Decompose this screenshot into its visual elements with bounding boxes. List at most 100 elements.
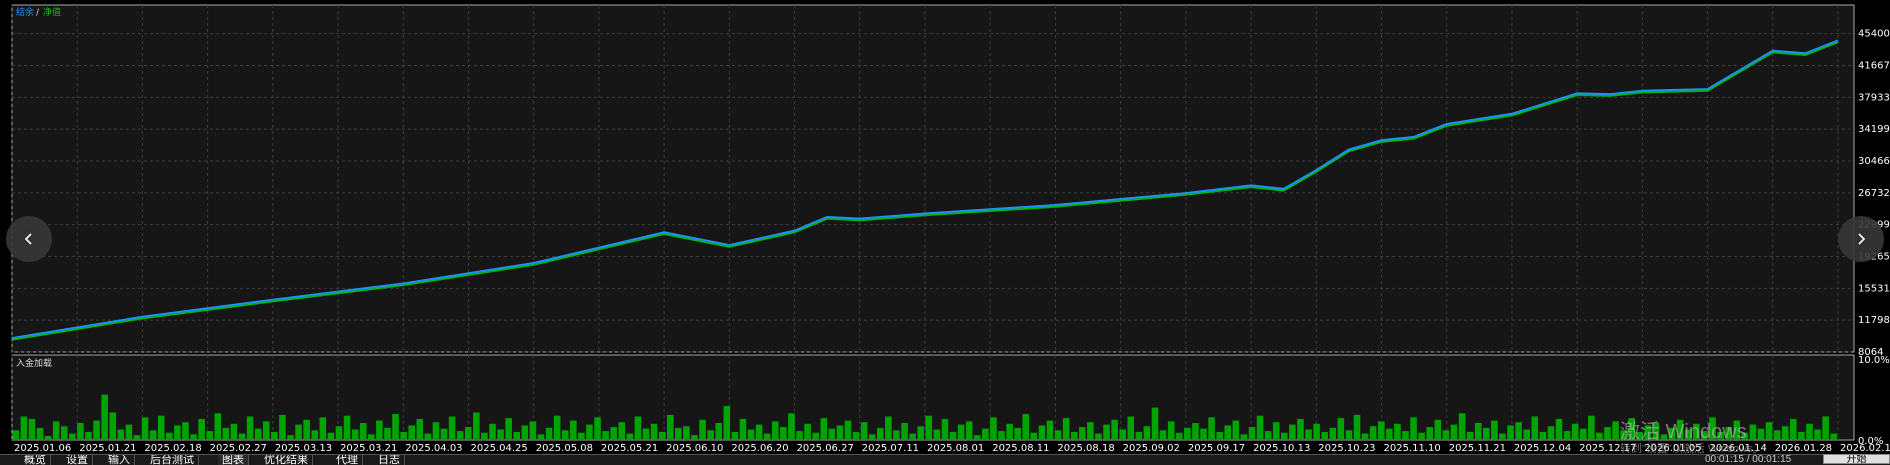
- deposit-bar: [602, 431, 609, 440]
- deposit-bar: [1426, 427, 1434, 440]
- deposit-bar: [311, 430, 319, 440]
- deposit-bar: [1143, 426, 1151, 440]
- x-tick-label: 2025.08.11: [992, 443, 1049, 454]
- tab-inputs[interactable]: 输入: [104, 455, 135, 465]
- next-chart-button[interactable]: [1838, 216, 1884, 262]
- y-tick-label: 11798: [1858, 315, 1890, 326]
- deposit-bar: [141, 417, 149, 440]
- deposit-bar: [642, 428, 650, 440]
- chevron-left-icon: [24, 233, 32, 245]
- deposit-bar: [271, 431, 278, 440]
- deposit-bar: [1281, 432, 1288, 440]
- deposit-bar: [691, 435, 698, 440]
- deposit-bar: [1539, 431, 1547, 440]
- deposit-bar: [505, 418, 512, 440]
- tab-agents[interactable]: 代理: [332, 455, 363, 465]
- deposit-bar: [1321, 431, 1328, 440]
- prev-chart-button[interactable]: [6, 216, 52, 262]
- deposit-bar: [440, 428, 448, 440]
- x-tick-label: 2026.02.17: [1840, 443, 1890, 454]
- deposit-bar: [295, 424, 302, 440]
- deposit-bar: [254, 428, 262, 440]
- deposit-bar: [537, 434, 545, 440]
- deposit-bar: [448, 416, 456, 440]
- tab-optimization-results[interactable]: 优化结果: [260, 455, 313, 465]
- deposit-bar: [489, 423, 496, 440]
- deposit-bar: [1466, 431, 1474, 440]
- deposit-bar: [1184, 427, 1191, 440]
- deposit-bar: [166, 432, 173, 440]
- x-tick-label: 2025.04.25: [471, 443, 528, 454]
- deposit-bar: [287, 435, 294, 440]
- tab-overview[interactable]: 概览: [20, 455, 51, 465]
- deposit-bar: [1531, 416, 1539, 440]
- x-tick-label: 2025.02.27: [210, 443, 267, 454]
- deposit-bar: [117, 429, 125, 440]
- deposit-bar: [1135, 431, 1143, 440]
- deposit-bar: [1781, 426, 1789, 440]
- deposit-bar: [1798, 431, 1805, 440]
- deposit-bar: [1482, 427, 1490, 440]
- deposit-bar: [303, 419, 310, 440]
- deposit-bar: [1507, 425, 1514, 440]
- deposit-bar: [44, 435, 52, 440]
- deposit-bar: [174, 425, 181, 440]
- deposit-bar: [1596, 432, 1603, 440]
- deposit-bar: [368, 434, 375, 440]
- deposit-bar: [828, 428, 836, 440]
- deposit-bar: [739, 418, 747, 440]
- tab-journal[interactable]: 日志: [374, 455, 405, 465]
- x-tick-label: 2025.01.21: [79, 443, 136, 454]
- deposit-bar: [52, 421, 60, 440]
- deposit-bar: [246, 416, 254, 440]
- deposit-bar: [836, 425, 844, 440]
- deposit-bar: [1079, 427, 1086, 440]
- tab-backtest[interactable]: 后台测试: [146, 455, 199, 465]
- deposit-bar: [392, 414, 399, 440]
- deposit-bar: [133, 435, 141, 440]
- deposit-bar: [456, 431, 464, 440]
- tab-graph[interactable]: 图表: [218, 455, 249, 465]
- y-tick-label: 37933: [1858, 92, 1890, 103]
- deposit-bar: [578, 432, 585, 440]
- start-button[interactable]: 开始: [1823, 454, 1890, 464]
- deposit-bar: [230, 423, 238, 440]
- tab-settings[interactable]: 设置: [62, 455, 93, 465]
- deposit-bar: [658, 431, 666, 440]
- deposit-bar: [279, 414, 286, 440]
- deposit-bar: [109, 412, 117, 440]
- deposit-bar: [1175, 432, 1183, 440]
- y-tick-label: 41667: [1858, 60, 1890, 71]
- legend-balance: 结余: [16, 6, 34, 18]
- deposit-bar: [481, 432, 488, 440]
- deposit-bar: [400, 431, 407, 440]
- deposit-bar: [101, 394, 108, 440]
- deposit-bar: [1394, 423, 1401, 440]
- deposit-bar: [1095, 433, 1102, 440]
- deposit-bar: [788, 413, 795, 440]
- deposit-bar: [1030, 432, 1038, 440]
- deposit-bar: [1806, 423, 1813, 440]
- x-tick-label: 2025.03.13: [275, 443, 332, 454]
- deposit-bar: [1442, 430, 1450, 440]
- deposit-bar: [93, 420, 100, 440]
- deposit-bar: [335, 426, 343, 440]
- deposit-bar: [933, 429, 941, 440]
- deposit-bar: [965, 421, 973, 440]
- deposit-bar: [1749, 424, 1757, 440]
- deposit-bar: [198, 418, 205, 440]
- deposit-bar: [1790, 418, 1797, 440]
- deposit-bar: [1224, 425, 1232, 440]
- deposit-bar: [1264, 431, 1272, 440]
- x-tick-label: 2026.01.28: [1775, 443, 1832, 454]
- deposit-bar: [666, 414, 674, 440]
- deposit-bar: [69, 433, 76, 440]
- x-tick-label: 2025.10.23: [1318, 443, 1375, 454]
- deposit-bar: [723, 405, 731, 440]
- deposit-bar: [351, 429, 359, 440]
- deposit-bar: [1579, 428, 1587, 440]
- deposit-bar: [262, 421, 270, 440]
- deposit-bar: [1313, 423, 1320, 440]
- deposit-bar: [650, 423, 658, 440]
- deposit-bar: [925, 415, 933, 440]
